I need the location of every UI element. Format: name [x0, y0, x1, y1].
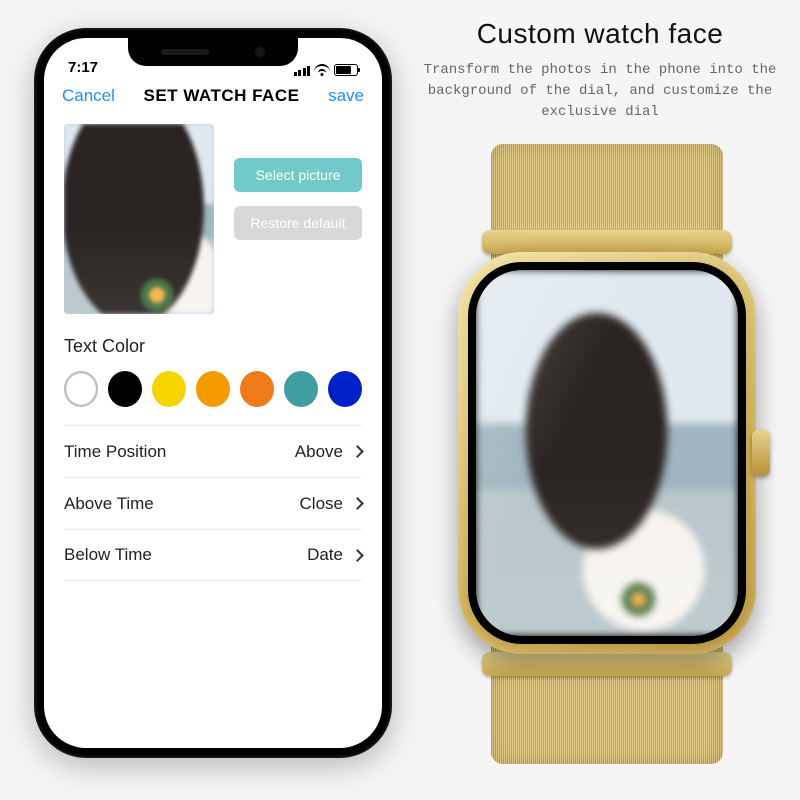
color-swatch[interactable] — [284, 371, 318, 407]
status-time: 7:17 — [68, 59, 98, 76]
text-color-label: Text Color — [64, 336, 362, 357]
chevron-right-icon — [351, 549, 364, 562]
watch-screen[interactable] — [476, 270, 738, 636]
watchface-photo — [476, 270, 738, 636]
phone-notch — [128, 38, 298, 66]
color-swatch[interactable] — [196, 371, 230, 407]
picture-row: Select picture Restore default — [64, 124, 362, 314]
speaker-slot — [161, 49, 209, 55]
cancel-button[interactable]: Cancel — [62, 86, 115, 106]
nav-header: Cancel SET WATCH FACE save — [44, 78, 382, 118]
color-swatch[interactable] — [328, 371, 362, 407]
marketing-copy: Custom watch face Transform the photos i… — [420, 18, 780, 123]
battery-icon — [334, 64, 358, 76]
watch-lug-top — [482, 230, 732, 254]
phone-screen: 7:17 Cancel SET WATCH FACE save Select p… — [44, 38, 382, 748]
status-right — [294, 64, 359, 76]
color-swatch[interactable] — [64, 371, 98, 407]
watch-crown[interactable] — [752, 430, 770, 476]
setting-label: Time Position — [64, 442, 166, 462]
watch-bezel — [468, 262, 746, 644]
setting-label: Above Time — [64, 494, 154, 514]
smartwatch — [452, 144, 762, 764]
marketing-heading: Custom watch face — [420, 18, 780, 50]
restore-default-button[interactable]: Restore default — [234, 206, 362, 240]
preview-photo — [64, 124, 214, 314]
marketing-sub: Transform the photos in the phone into t… — [420, 60, 780, 123]
watch-lug-bottom — [482, 652, 732, 676]
settings-list: Time Position Above Above Time Close Below T… — [64, 425, 362, 581]
setting-label: Below Time — [64, 545, 152, 565]
select-picture-button[interactable]: Select picture — [234, 158, 362, 192]
text-color-swatches — [64, 371, 362, 407]
setting-row[interactable]: Time Position Above — [64, 425, 362, 477]
front-camera — [255, 47, 265, 57]
setting-value-wrap: Close — [300, 494, 362, 514]
app-body: Select picture Restore default Text Colo… — [44, 124, 382, 581]
setting-value-wrap: Date — [307, 545, 362, 565]
wifi-icon — [314, 64, 330, 76]
setting-row[interactable]: Below Time Date — [64, 529, 362, 581]
phone-frame: 7:17 Cancel SET WATCH FACE save Select p… — [34, 28, 392, 758]
color-swatch[interactable] — [152, 371, 186, 407]
cellular-icon — [294, 64, 311, 76]
setting-row[interactable]: Above Time Close — [64, 477, 362, 529]
color-swatch[interactable] — [240, 371, 274, 407]
setting-value: Date — [307, 545, 343, 565]
chevron-right-icon — [351, 497, 364, 510]
chevron-right-icon — [351, 445, 364, 458]
color-swatch[interactable] — [108, 371, 142, 407]
watchface-preview[interactable] — [64, 124, 214, 314]
setting-value-wrap: Above — [295, 442, 362, 462]
save-button[interactable]: save — [328, 86, 364, 106]
page-title: SET WATCH FACE — [144, 86, 300, 106]
picture-actions: Select picture Restore default — [234, 158, 362, 240]
setting-value: Close — [300, 494, 343, 514]
setting-value: Above — [295, 442, 343, 462]
watch-case — [458, 252, 756, 654]
